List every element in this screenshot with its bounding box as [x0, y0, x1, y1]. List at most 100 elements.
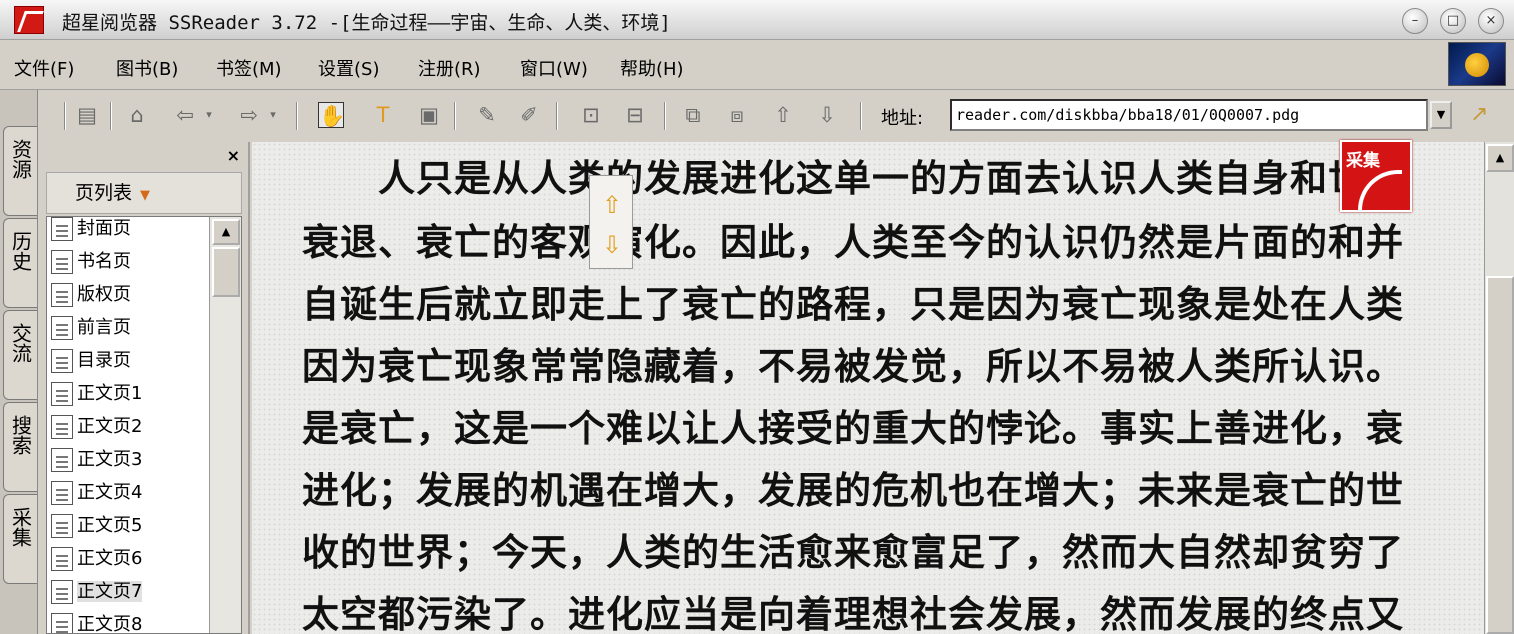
page-icon [51, 481, 73, 505]
page-icon [51, 283, 73, 307]
forward-dropdown-icon[interactable]: ▾ [260, 102, 286, 128]
tab-collect-label: 采集 [8, 507, 33, 547]
menu-help[interactable]: 帮助(H) [620, 55, 684, 81]
prev-chapter-icon[interactable]: ⧉ [680, 102, 706, 128]
tab-collect[interactable]: 采集 [3, 494, 37, 584]
globe-logo-icon [1448, 42, 1506, 86]
list-item-label: 正文页2 [77, 416, 143, 437]
list-item[interactable]: 正文页2 [51, 413, 142, 443]
menu-bookmark[interactable]: 书签(M) [216, 55, 282, 81]
hand-icon[interactable]: ✋ [318, 102, 345, 128]
toc-icon[interactable]: ▤ [74, 102, 100, 128]
image-select-icon[interactable]: ▣ [416, 102, 442, 128]
page-list-dropdown[interactable]: 页列表 ▼ [46, 172, 242, 214]
stamp-label: 采集 [1346, 151, 1380, 171]
page-list-title: 页列表 [75, 182, 133, 204]
menu-settings[interactable]: 设置(S) [318, 55, 379, 81]
text-line: 是衰亡，这是一个难以让人接受的重大的悖论。事实上善进化，衰 [302, 406, 1404, 450]
list-item[interactable]: 前言页 [51, 314, 131, 344]
list-item[interactable]: 正文页5 [51, 512, 142, 542]
list-item[interactable]: 正文页3 [51, 446, 142, 476]
list-item-label: 版权页 [77, 284, 131, 305]
page-tree-scrollbar[interactable]: ▲ [209, 217, 241, 633]
list-item-label: 正文页8 [77, 614, 143, 634]
list-item-label: 正文页4 [77, 482, 143, 503]
page-icon [51, 415, 73, 439]
list-item[interactable]: 目录页 [51, 347, 131, 377]
toolbar-separator [64, 102, 66, 130]
tab-resources[interactable]: 资源 [3, 126, 37, 216]
address-dropdown-icon[interactable]: ▼ [1430, 101, 1452, 129]
list-item[interactable]: 正文页4 [51, 479, 142, 509]
tab-search[interactable]: 搜索 [3, 402, 37, 492]
bookmark-icon[interactable]: ✎ [474, 102, 500, 128]
list-item[interactable]: 封面页 [51, 217, 131, 245]
go-icon[interactable]: ↗ [1470, 102, 1488, 127]
page-tree: 封面页 书名页 版权页 前言页 目录页 正文页1 正文页2 正文页3 正文页4 … [46, 216, 242, 634]
scroll-up-icon[interactable]: ▲ [212, 219, 240, 245]
address-input[interactable]: reader.com/diskbba/bba18/01/0Q0007.pdg [950, 99, 1428, 131]
page-icon [51, 613, 73, 633]
scroll-up-icon[interactable]: ▲ [1486, 144, 1514, 172]
close-button[interactable]: × [1478, 8, 1504, 34]
toolbar-separator [860, 102, 862, 130]
next-page-icon[interactable]: ⇩ [814, 102, 840, 128]
maximize-button[interactable]: □ [1440, 8, 1466, 34]
fit-page-icon[interactable]: ⊟ [622, 102, 648, 128]
page-icon [51, 580, 73, 604]
minimize-button[interactable]: – [1402, 8, 1428, 34]
list-item[interactable]: 正文页1 [51, 380, 142, 410]
menu-register[interactable]: 注册(R) [418, 55, 481, 81]
page-down-icon[interactable]: ⇩ [598, 230, 626, 260]
document-view[interactable]: 人只是从人类的发展进化这单一的方面去认识人类自身和世界 衰退、衰亡的客观演化。因… [252, 142, 1484, 634]
text-select-icon[interactable]: T [370, 102, 396, 128]
menu-book[interactable]: 图书(B) [116, 55, 178, 81]
text-line: 人只是从人类的发展进化这单一的方面去认识人类自身和世界 [302, 156, 1404, 200]
list-item-label: 正文页1 [77, 383, 143, 404]
document-scrollbar[interactable]: ▲ [1484, 142, 1514, 634]
prev-page-icon[interactable]: ⇧ [770, 102, 796, 128]
scroll-thumb[interactable] [212, 247, 240, 297]
window-title: 超星阅览器 SSReader 3.72 -[生命过程——宇宙、生命、人类、环境] [62, 12, 671, 34]
page-icon [51, 316, 73, 340]
list-item-label: 正文页6 [77, 548, 143, 569]
list-item-selected[interactable]: 正文页7 [51, 578, 143, 608]
list-item[interactable]: 正文页6 [51, 545, 142, 575]
next-chapter-icon[interactable]: ⧈ [724, 102, 750, 128]
tab-history-label: 历史 [8, 231, 33, 271]
tab-history[interactable]: 历史 [3, 218, 37, 308]
side-panel-close-button[interactable]: × [227, 146, 240, 165]
chevron-down-icon: ▼ [140, 188, 151, 203]
collect-stamp-logo[interactable]: 采集 [1340, 140, 1412, 212]
page-icon [51, 382, 73, 406]
list-item[interactable]: 版权页 [51, 281, 131, 311]
page-icon [51, 250, 73, 274]
side-panel: × 页列表 ▼ 封面页 书名页 版权页 前言页 目录页 正文页1 正文页2 正文页… [38, 142, 250, 634]
tab-search-label: 搜索 [8, 415, 33, 455]
page-icon [51, 217, 73, 241]
home-icon[interactable]: ⌂ [124, 102, 150, 128]
tab-exchange[interactable]: 交流 [3, 310, 37, 400]
menu-window[interactable]: 窗口(W) [520, 55, 588, 81]
page-up-icon[interactable]: ⇧ [598, 190, 626, 220]
page-icon [51, 349, 73, 373]
back-icon[interactable]: ⇦ [172, 102, 198, 128]
toolbar: ▤ ⌂ ⇦ ▾ ⇨ ▾ ✋ T ▣ ✎ ✐ ⊡ ⊟ ⧉ ⧈ ⇧ ⇩ 地址: re… [38, 90, 1514, 142]
list-item[interactable]: 正文页8 [51, 611, 143, 634]
fit-width-icon[interactable]: ⊡ [578, 102, 604, 128]
menu-bar: 文件(F) 图书(B) 书签(M) 设置(S) 注册(R) 窗口(W) 帮助(H… [0, 40, 1514, 90]
list-item[interactable]: 书名页 [51, 248, 131, 278]
text-line: 衰退、衰亡的客观演化。因此，人类至今的认识仍然是片面的和并 [302, 220, 1404, 264]
menu-file[interactable]: 文件(F) [14, 55, 74, 81]
text-line: 进化；发展的机遇在增大，发展的危机也在增大；未来是衰亡的世 [302, 468, 1404, 512]
page-icon [51, 514, 73, 538]
toolbar-separator [110, 102, 112, 130]
list-item-label: 目录页 [77, 350, 131, 371]
forward-icon[interactable]: ⇨ [236, 102, 262, 128]
list-item-label: 正文页3 [77, 449, 143, 470]
scroll-thumb[interactable] [1486, 276, 1514, 634]
list-item-label: 正文页7 [77, 581, 143, 602]
back-dropdown-icon[interactable]: ▾ [196, 102, 222, 128]
text-line: 收的世界；今天，人类的生活愈来愈富足了，然而大自然却贫穷了 [302, 530, 1404, 574]
annotate-icon[interactable]: ✐ [516, 102, 542, 128]
